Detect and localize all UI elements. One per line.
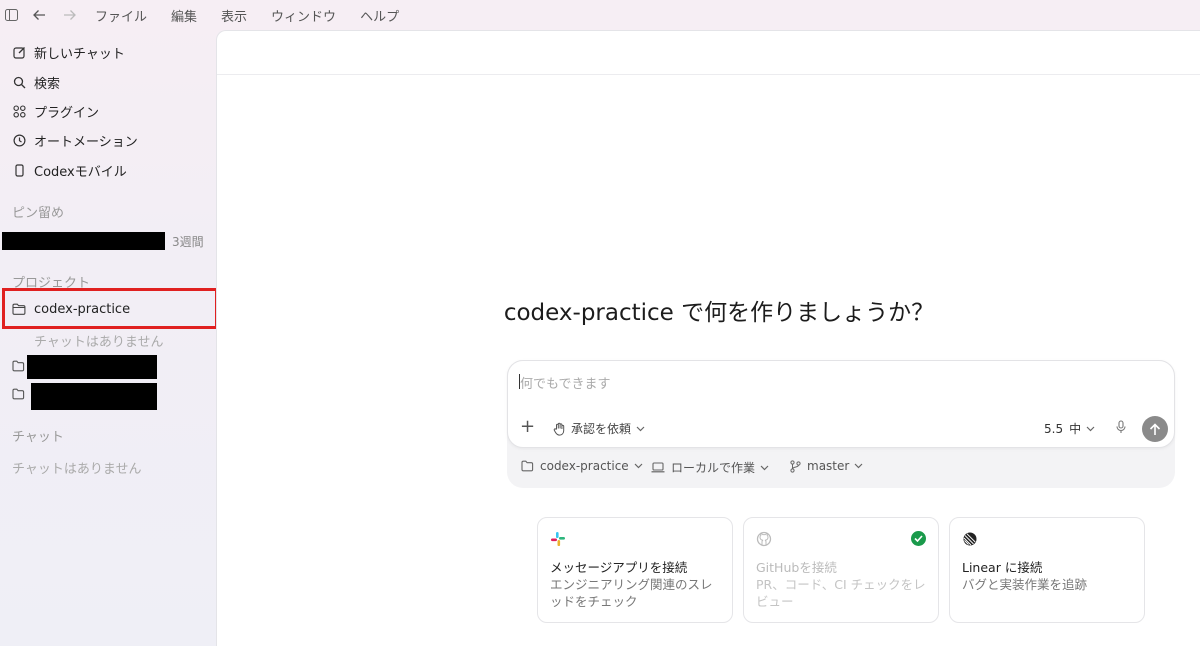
model-effort: 中: [1069, 422, 1082, 436]
sidebar-item-new-chat[interactable]: 新しいチャット: [12, 41, 125, 63]
redacted-project[interactable]: [31, 383, 157, 410]
sidebar: 新しいチャット 検索 プラグイン オートメーション Codexモバイル ピン留め…: [0, 30, 216, 646]
redacted-pinned-chat[interactable]: [2, 232, 165, 250]
location-label: ローカルで作業: [671, 461, 756, 475]
sidebar-item-label: プラグイン: [34, 105, 100, 121]
sidebar-item-label: 新しいチャット: [34, 46, 125, 62]
chevron-down-icon: [634, 463, 643, 469]
folder-branch-icon: [521, 460, 534, 472]
mic-icon[interactable]: [1114, 419, 1128, 435]
model-selector[interactable]: 5.5 中: [1044, 420, 1095, 437]
connected-check-icon: [911, 531, 926, 546]
arrow-up-icon: [1149, 422, 1161, 435]
prompt-input[interactable]: 何でもできます: [520, 373, 610, 392]
menu-edit[interactable]: 編集: [171, 6, 197, 25]
divider: [217, 74, 1200, 75]
main-panel: codex-practice で何を作りましょうか？ 何でもできます + 承認を…: [216, 30, 1200, 646]
sidebar-item-automation[interactable]: オートメーション: [12, 129, 138, 151]
branch-label: master: [807, 459, 850, 473]
project-selector[interactable]: codex-practice: [521, 459, 643, 473]
card-description: バグと実装作業を追跡: [962, 577, 1088, 592]
search-icon: [12, 75, 26, 89]
clock-icon: [12, 133, 26, 147]
add-attachment-button[interactable]: +: [520, 418, 535, 436]
git-branch-icon: [790, 459, 801, 473]
approval-label: 承認を依頼: [571, 422, 632, 436]
sidebar-item-label: オートメーション: [34, 134, 138, 150]
hand-icon: [553, 422, 566, 436]
highlight-box: [2, 288, 218, 329]
chevron-down-icon: [636, 426, 645, 432]
menu-bar: ファイル 編集 表示 ウィンドウ ヘルプ: [0, 0, 1200, 30]
card-description: PR、コード、CI チェックをレビュー: [756, 577, 926, 609]
chevron-down-icon: [760, 465, 769, 471]
redacted-project[interactable]: [27, 355, 157, 379]
card-title: Linear に接続: [962, 560, 1043, 575]
sidebar-item-plugins[interactable]: プラグイン: [12, 100, 99, 122]
sidebar-item-label: Codexモバイル: [34, 164, 127, 180]
project-empty-text: チャットはありません: [34, 335, 164, 350]
card-title: メッセージアプリを接続: [550, 560, 688, 575]
pinned-heading: ピン留め: [12, 206, 65, 221]
card-description: エンジニアリング関連のスレッドをチェック: [550, 577, 713, 609]
menu-file[interactable]: ファイル: [95, 6, 147, 25]
sidebar-item-search[interactable]: 検索: [12, 71, 60, 93]
folder-branch-icon: [12, 388, 25, 404]
linear-icon: [962, 531, 978, 547]
menu-view[interactable]: 表示: [221, 6, 247, 25]
composer[interactable]: 何でもできます + 承認を依頼 5.5 中: [507, 360, 1175, 448]
laptop-icon: [651, 462, 665, 473]
back-arrow-icon[interactable]: [32, 8, 46, 22]
card-title: GitHubを接続: [756, 560, 837, 575]
menu-window[interactable]: ウィンドウ: [271, 6, 336, 25]
chevron-down-icon: [854, 463, 863, 469]
approval-dropdown[interactable]: 承認を依頼: [553, 420, 645, 437]
plugin-grid-icon: [12, 104, 26, 118]
slack-icon: [550, 531, 566, 547]
sidebar-item-label: 検索: [34, 76, 61, 92]
send-button[interactable]: [1142, 416, 1168, 442]
github-icon: [756, 531, 772, 547]
connect-messaging-card[interactable]: メッセージアプリを接続 エンジニアリング関連のスレッドをチェック: [537, 517, 733, 623]
project-label: codex-practice: [540, 459, 629, 473]
model-version: 5.5: [1044, 421, 1064, 436]
pinned-chat-time: 3週間: [172, 235, 204, 249]
location-selector[interactable]: ローカルで作業: [651, 459, 769, 476]
composer-container: 何でもできます + 承認を依頼 5.5 中 codex-practice ローカ…: [507, 360, 1175, 488]
phone-icon: [12, 163, 26, 177]
folder-branch-icon: [12, 360, 25, 376]
chats-heading: チャット: [12, 430, 64, 445]
menu-help[interactable]: ヘルプ: [360, 6, 399, 25]
sidebar-toggle-icon[interactable]: [4, 8, 18, 22]
chats-empty-text: チャットはありません: [12, 462, 142, 477]
page-title: codex-practice で何を作りましょうか？: [503, 300, 935, 326]
connect-github-card[interactable]: GitHubを接続 PR、コード、CI チェックをレビュー: [743, 517, 939, 623]
chevron-down-icon: [1086, 426, 1095, 432]
connect-linear-card[interactable]: Linear に接続 バグと実装作業を追跡: [949, 517, 1145, 623]
edit-icon: [12, 45, 26, 59]
forward-arrow-icon[interactable]: [62, 8, 76, 22]
sidebar-item-codex-mobile[interactable]: Codexモバイル: [12, 159, 127, 181]
branch-selector[interactable]: master: [790, 459, 863, 473]
